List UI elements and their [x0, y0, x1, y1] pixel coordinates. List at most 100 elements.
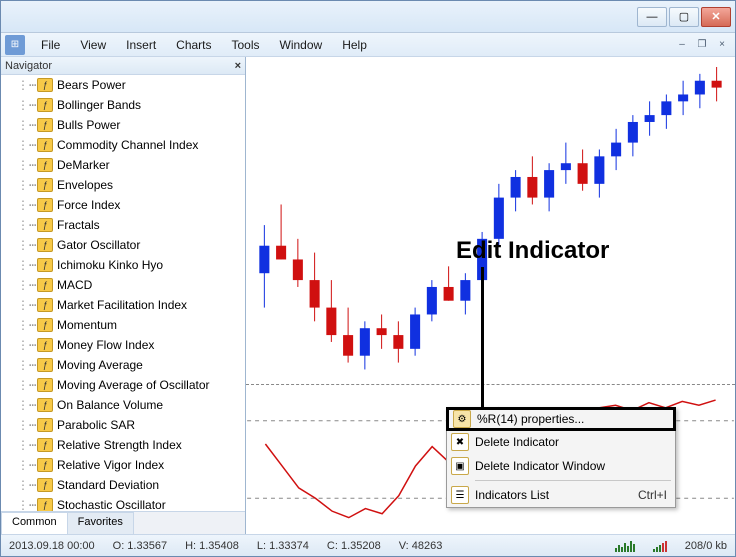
status-high: H: 1.35408 — [185, 540, 239, 552]
indicator-f-icon: ƒ — [37, 418, 53, 432]
mdi-minimize[interactable]: – — [673, 37, 691, 53]
navigator-item-label: Standard Deviation — [57, 478, 159, 492]
tree-line-icon: ⋮⋯ — [17, 218, 33, 232]
navigator-item[interactable]: ⋮⋯ƒBulls Power — [1, 115, 245, 135]
navigator-item[interactable]: ⋮⋯ƒBollinger Bands — [1, 95, 245, 115]
indicator-f-icon: ƒ — [37, 298, 53, 312]
navigator-list[interactable]: ⋮⋯ƒBears Power⋮⋯ƒBollinger Bands⋮⋯ƒBulls… — [1, 75, 245, 512]
navigator-item[interactable]: ⋮⋯ ƒ Momentum — [1, 315, 245, 335]
menu-help[interactable]: Help — [332, 35, 377, 55]
status-net: 208/0 kb — [685, 540, 727, 552]
ctx-properties[interactable]: ⚙ %R(14) properties... — [446, 407, 676, 431]
tree-line-icon: ⋮⋯ — [17, 278, 33, 292]
app-icon: ⊞ — [5, 35, 25, 55]
indicator-f-icon: ƒ — [37, 118, 53, 132]
tab-favorites[interactable]: Favorites — [67, 512, 134, 534]
navigator-item[interactable]: ⋮⋯ ƒ MACD — [1, 275, 245, 295]
tree-line-icon: ⋮⋯ — [17, 198, 33, 212]
indicator-f-icon: ƒ — [37, 478, 53, 492]
status-close: C: 1.35208 — [327, 540, 381, 552]
indicator-f-icon: ƒ — [37, 238, 53, 252]
chart-area[interactable]: Edit Indicator ⚙ %R(14) properties... ✖ … — [246, 57, 735, 534]
price-chart[interactable] — [246, 57, 735, 386]
navigator-close-icon[interactable]: × — [235, 60, 241, 72]
tree-line-icon: ⋮⋯ — [17, 258, 33, 272]
navigator-item[interactable]: ⋮⋯ƒStandard Deviation — [1, 475, 245, 495]
status-open: O: 1.33567 — [113, 540, 167, 552]
navigator-item-label: Fractals — [57, 218, 100, 232]
ctx-delete-indicator-label: Delete Indicator — [475, 435, 559, 449]
navigator-item-label: Momentum — [57, 318, 117, 332]
statusbar: 2013.09.18 00:00 O: 1.33567 H: 1.35408 L… — [1, 534, 735, 556]
mdi-buttons: – ❐ × — [671, 37, 731, 53]
tree-line-icon: ⋮⋯ — [17, 338, 33, 352]
ctx-properties-label: %R(14) properties... — [477, 412, 584, 426]
tree-line-icon: ⋮⋯ — [17, 418, 33, 432]
close-button[interactable]: ✕ — [701, 7, 731, 27]
indicator-f-icon: ƒ — [37, 138, 53, 152]
volume-bars-icon — [615, 540, 635, 552]
status-low: L: 1.33374 — [257, 540, 309, 552]
navigator-item[interactable]: ⋮⋯ƒRelative Vigor Index — [1, 455, 245, 475]
navigator-item[interactable]: ⋮⋯ƒForce Index — [1, 195, 245, 215]
tree-line-icon: ⋮⋯ — [17, 318, 33, 332]
mdi-close[interactable]: × — [713, 37, 731, 53]
navigator-item[interactable]: ⋮⋯ƒMoney Flow Index — [1, 335, 245, 355]
navigator-item[interactable]: ⋮⋯ƒCommodity Channel Index — [1, 135, 245, 155]
mdi-restore[interactable]: ❐ — [693, 37, 711, 53]
navigator-item[interactable]: ⋮⋯ƒDeMarker — [1, 155, 245, 175]
indicator-f-icon: ƒ — [37, 318, 53, 332]
indicator-f-icon: ƒ — [37, 278, 53, 292]
navigator-item[interactable]: ⋮⋯ƒMoving Average of Oscillator — [1, 375, 245, 395]
tree-line-icon: ⋮⋯ — [17, 298, 33, 312]
indicator-f-icon: ƒ — [37, 378, 53, 392]
navigator-item[interactable]: ⋮⋯ƒBears Power — [1, 75, 245, 95]
navigator-item-label: Stochastic Oscillator — [57, 498, 166, 512]
menu-insert[interactable]: Insert — [116, 35, 166, 55]
ctx-delete-window-label: Delete Indicator Window — [475, 459, 605, 473]
navigator-item-label: Relative Vigor Index — [57, 458, 164, 472]
navigator-item-label: Force Index — [57, 198, 120, 212]
context-menu: ⚙ %R(14) properties... ✖ Delete Indicato… — [446, 407, 676, 508]
navigator-item[interactable]: ⋮⋯ƒMoving Average — [1, 355, 245, 375]
ctx-shortcut: Ctrl+I — [638, 488, 667, 502]
navigator-title: Navigator — [5, 60, 52, 72]
minimize-button[interactable]: — — [637, 7, 667, 27]
navigator-item[interactable]: ⋮⋯ƒParabolic SAR — [1, 415, 245, 435]
navigator-item-label: Moving Average — [57, 358, 143, 372]
navigator-item[interactable]: ⋮⋯ƒEnvelopes — [1, 175, 245, 195]
connection-icon — [653, 540, 667, 552]
navigator-item[interactable]: ⋮⋯ƒFractals — [1, 215, 245, 235]
menu-file[interactable]: File — [31, 35, 70, 55]
menu-charts[interactable]: Charts — [166, 35, 221, 55]
menu-view[interactable]: View — [70, 35, 116, 55]
maximize-button[interactable]: ▢ — [669, 7, 699, 27]
menu-window[interactable]: Window — [270, 35, 333, 55]
navigator-item-label: Moving Average of Oscillator — [57, 378, 210, 392]
tree-line-icon: ⋮⋯ — [17, 438, 33, 452]
navigator-item[interactable]: ⋮⋯ƒGator Oscillator — [1, 235, 245, 255]
ctx-separator — [475, 480, 671, 481]
ctx-delete-window[interactable]: ▣ Delete Indicator Window — [447, 454, 675, 478]
ctx-delete-indicator[interactable]: ✖ Delete Indicator — [447, 430, 675, 454]
navigator-item[interactable]: ⋮⋯ƒIchimoku Kinko Hyo — [1, 255, 245, 275]
navigator-item-label: MACD — [57, 278, 92, 292]
menu-tools[interactable]: Tools — [222, 35, 270, 55]
navigator-item[interactable]: ⋮⋯ƒOn Balance Volume — [1, 395, 245, 415]
tree-line-icon: ⋮⋯ — [17, 78, 33, 92]
delete-indicator-icon: ✖ — [451, 433, 469, 451]
navigator-item-label: Envelopes — [57, 178, 113, 192]
indicator-f-icon: ƒ — [37, 338, 53, 352]
navigator-item[interactable]: ⋮⋯ƒMarket Facilitation Index — [1, 295, 245, 315]
indicators-list-icon: ☰ — [451, 486, 469, 504]
navigator-item[interactable]: ⋮⋯ƒRelative Strength Index — [1, 435, 245, 455]
ctx-indicators-list-label: Indicators List — [475, 488, 549, 502]
delete-window-icon: ▣ — [451, 457, 469, 475]
navigator-item[interactable]: ⋮⋯ƒStochastic Oscillator — [1, 495, 245, 512]
indicator-f-icon: ƒ — [37, 78, 53, 92]
tab-common[interactable]: Common — [1, 512, 68, 534]
ctx-indicators-list[interactable]: ☰ Indicators List Ctrl+I — [447, 483, 675, 507]
annotation-line — [481, 267, 484, 409]
indicator-f-icon: ƒ — [37, 498, 53, 512]
tree-line-icon: ⋮⋯ — [17, 178, 33, 192]
